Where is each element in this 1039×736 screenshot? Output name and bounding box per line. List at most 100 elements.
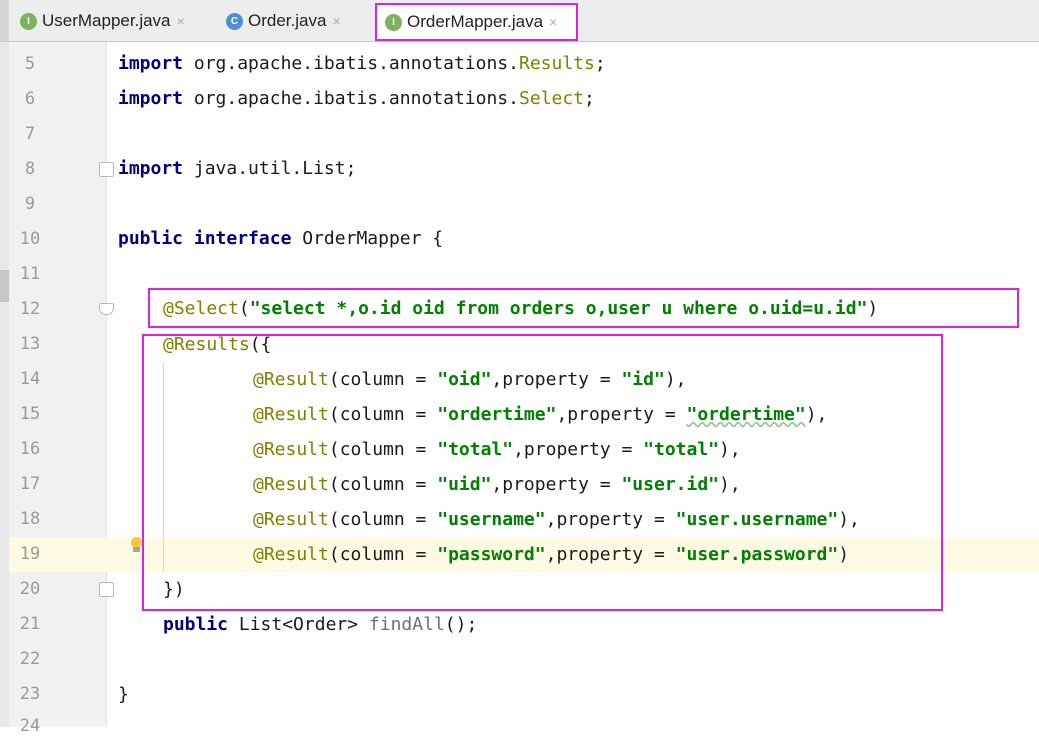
- line-number: 17: [19, 474, 41, 494]
- punctuation: ();: [444, 614, 478, 635]
- line-number: 12: [19, 299, 41, 319]
- tab-label: UserMapper.java: [42, 11, 171, 30]
- code-text: ,property =: [556, 404, 687, 425]
- bulb-base: [133, 547, 140, 552]
- lightbulb-icon[interactable]: [130, 537, 143, 552]
- code-text: OrderMapper {: [291, 228, 444, 249]
- string-literal: "id": [621, 369, 665, 390]
- code-line-19[interactable]: @Result(column = "password",property = "…: [253, 537, 849, 572]
- code-line-18[interactable]: @Result(column = "username",property = "…: [253, 502, 860, 537]
- code-line-12[interactable]: @Select("select *,o.id oid from orders o…: [163, 291, 878, 326]
- tab-ordermapper[interactable]: I OrderMapper.java ×: [375, 3, 578, 41]
- line-number: 19: [19, 544, 41, 564]
- code-line-21[interactable]: public List<Order> findAll();: [163, 607, 477, 642]
- class-name: Results: [518, 53, 595, 74]
- punctuation: ),: [838, 509, 860, 530]
- line-number: 23: [19, 684, 41, 704]
- code-text: java.util.List;: [183, 158, 357, 179]
- string-literal: "username": [437, 509, 546, 530]
- close-icon[interactable]: ×: [177, 13, 185, 29]
- line-number: 6: [24, 89, 36, 109]
- tab-order[interactable]: C Order.java ×: [226, 3, 366, 39]
- punctuation: }): [163, 579, 185, 600]
- line-number: 16: [19, 439, 41, 459]
- code-line-23[interactable]: }: [118, 677, 129, 712]
- code-text: (column =: [328, 509, 438, 530]
- punctuation: ),: [664, 369, 687, 390]
- keyword: public: [163, 614, 229, 635]
- string-literal: "ordertime": [686, 404, 806, 425]
- keyword: import: [118, 53, 184, 74]
- line-number: 5: [24, 54, 36, 74]
- interface-icon: I: [20, 12, 37, 30]
- fold-icon[interactable]: [99, 582, 114, 597]
- code-line-17[interactable]: @Result(column = "uid",property = "user.…: [253, 467, 741, 502]
- editor-tab-bar: I UserMapper.java × C Order.java × I Ord…: [0, 0, 1039, 42]
- line-number: 21: [19, 614, 41, 634]
- close-icon[interactable]: ×: [549, 14, 557, 30]
- punctuation: ),: [719, 439, 741, 460]
- string-literal: "ordertime": [437, 404, 557, 425]
- line-number: 13: [19, 334, 41, 354]
- string-literal: "uid": [437, 474, 492, 495]
- tab-usermapper[interactable]: I UserMapper.java ×: [20, 3, 216, 39]
- keyword: import: [118, 88, 184, 109]
- string-literal: "user.id": [621, 474, 720, 495]
- punctuation: }: [118, 684, 129, 705]
- line-number: 24: [19, 716, 41, 736]
- package-path: org.apache.ibatis.annotations.: [183, 88, 519, 109]
- code-text: ,property =: [491, 369, 622, 390]
- line-number: 8: [24, 159, 36, 179]
- line-number: 9: [24, 194, 36, 214]
- code-text: (column =: [328, 404, 438, 425]
- annotation: @Result: [253, 369, 329, 390]
- keyword: public: [118, 228, 184, 249]
- code-line-5[interactable]: import org.apache.ibatis.annotations.Res…: [118, 46, 606, 81]
- punctuation: ({: [249, 334, 272, 355]
- code-text: ,property =: [513, 439, 644, 460]
- code-line-16[interactable]: @Result(column = "total",property = "tot…: [253, 432, 741, 467]
- line-number: 7: [24, 124, 36, 144]
- code-text: (column =: [328, 474, 438, 495]
- annotation: @Select: [163, 298, 239, 319]
- close-icon[interactable]: ×: [332, 13, 340, 29]
- keyword: import: [118, 158, 184, 179]
- string-literal: "password": [437, 544, 546, 565]
- method-name: findAll: [368, 614, 445, 635]
- string-literal: "total": [643, 439, 719, 460]
- code-line-13[interactable]: @Results({: [163, 327, 271, 362]
- interface-icon: I: [385, 13, 402, 31]
- punctuation: ;: [584, 88, 595, 109]
- keyword: interface: [193, 228, 292, 249]
- line-number: 10: [19, 229, 41, 249]
- string-literal: "user.username": [675, 509, 839, 530]
- code-line-15[interactable]: @Result(column = "ordertime",property = …: [253, 397, 827, 432]
- annotation: @Result: [253, 404, 329, 425]
- return-type: List<Order>: [228, 614, 369, 635]
- code-text: ,property =: [491, 474, 622, 495]
- line-number: 14: [19, 369, 41, 389]
- punctuation: ): [838, 544, 850, 565]
- code-line-6[interactable]: import org.apache.ibatis.annotations.Sel…: [118, 81, 595, 116]
- line-number: 22: [19, 649, 41, 669]
- tab-bar-edge: [0, 0, 9, 41]
- annotation: @Result: [253, 544, 329, 565]
- code-text: ,property =: [545, 509, 676, 530]
- gutter-edge: [0, 42, 9, 727]
- punctuation: ),: [719, 474, 741, 495]
- code-text: (column =: [328, 439, 438, 460]
- code-text: ,property =: [545, 544, 676, 565]
- annotation: @Result: [253, 474, 329, 495]
- code-line-8[interactable]: import java.util.List;: [118, 151, 356, 186]
- code-line-20[interactable]: }): [163, 572, 185, 607]
- line-number: 20: [19, 579, 41, 599]
- fold-icon[interactable]: [99, 162, 114, 177]
- class-name: Select: [518, 88, 585, 109]
- code-line-10[interactable]: public interface OrderMapper {: [118, 221, 443, 256]
- code-line-14[interactable]: @Result(column = "oid",property = "id"),: [253, 362, 687, 397]
- string-literal: "total": [437, 439, 514, 460]
- fold-collapse-icon[interactable]: [99, 303, 114, 315]
- tab-label: Order.java: [248, 11, 327, 30]
- string-literal: "oid": [437, 369, 492, 390]
- punctuation: ): [867, 298, 879, 319]
